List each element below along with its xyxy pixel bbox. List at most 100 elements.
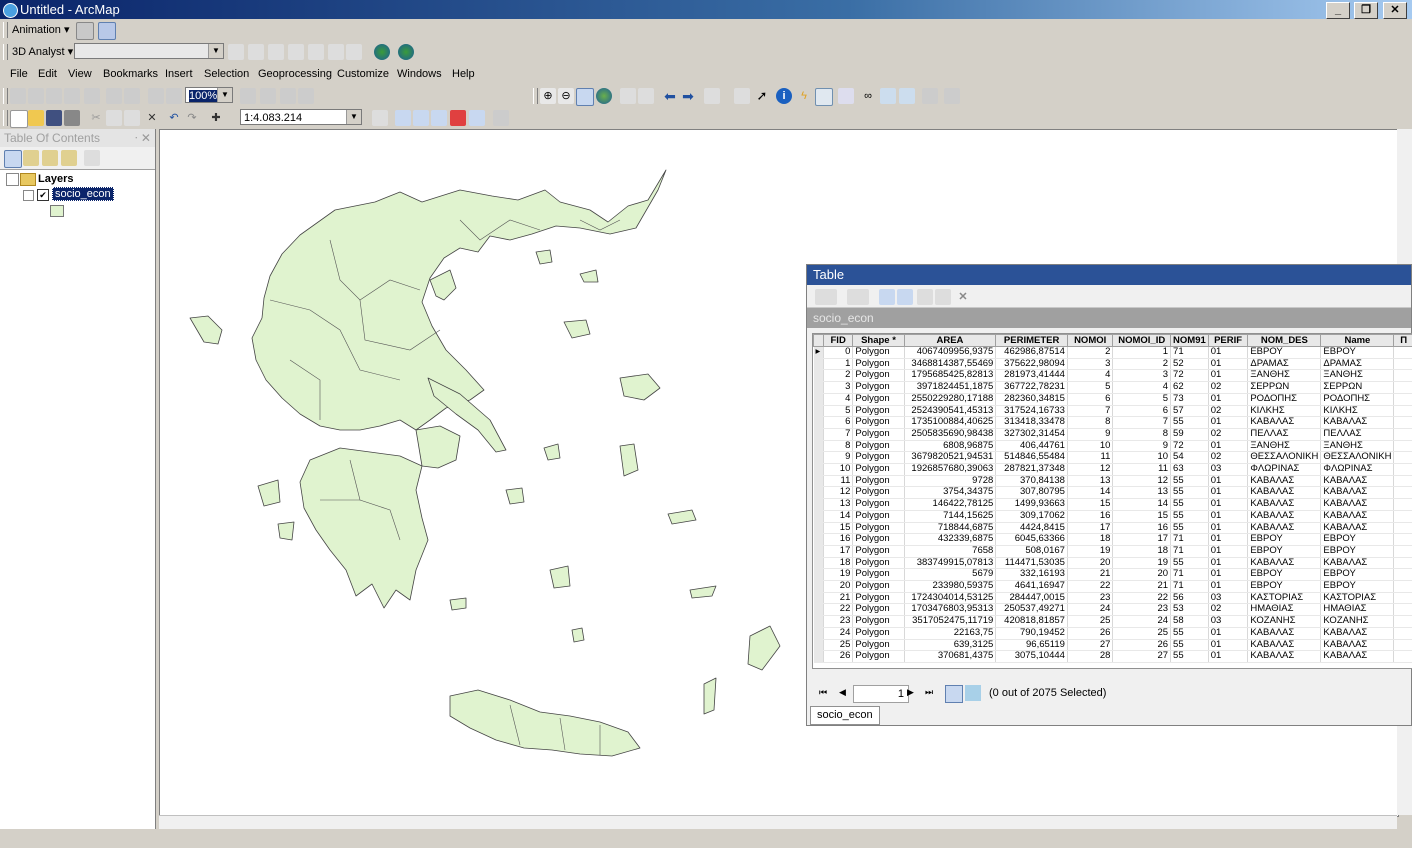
table-cell[interactable]: Polygon xyxy=(852,475,905,488)
row-selector[interactable] xyxy=(813,568,824,582)
table-cell[interactable]: ΕΒΡΟΥ xyxy=(1320,545,1395,558)
show-selected-records-icon[interactable] xyxy=(965,685,981,701)
table-cell[interactable]: 2524390541,45313 xyxy=(904,405,997,418)
table-cell[interactable]: 16 xyxy=(1112,522,1172,535)
table-cell[interactable]: 7658 xyxy=(904,545,997,558)
table-cell[interactable]: 24 xyxy=(1067,603,1114,617)
table-cell[interactable]: ΚΑΒΑΛΑΣ xyxy=(1247,627,1322,640)
table-cell[interactable]: 26 xyxy=(823,650,854,663)
menu-customize[interactable]: Customize xyxy=(337,68,389,80)
table-cell[interactable]: ΚΑΒΑΛΑΣ xyxy=(1320,486,1395,500)
measure-icon[interactable] xyxy=(838,88,854,104)
table-cell[interactable]: ΦΛΩΡΙΝΑΣ xyxy=(1320,463,1395,476)
table-cell[interactable]: 5 xyxy=(1067,381,1114,394)
menu-help[interactable]: Help xyxy=(452,68,475,80)
row-selector[interactable] xyxy=(813,463,824,476)
table-cell[interactable]: Polygon xyxy=(852,451,905,465)
column-header[interactable]: NOMOI_ID xyxy=(1112,334,1172,347)
table-cell[interactable]: Polygon xyxy=(852,463,905,476)
table-cell[interactable]: 5 xyxy=(823,405,854,418)
table-cell[interactable]: 370681,4375 xyxy=(904,650,997,663)
table-cell[interactable]: 370,84138 xyxy=(995,475,1068,488)
toolbar-grip[interactable] xyxy=(3,110,8,126)
table-cell[interactable]: 3468814387,55469 xyxy=(904,358,997,371)
table-cell[interactable] xyxy=(1393,381,1412,394)
table-cell[interactable]: 01 xyxy=(1208,475,1249,488)
table-cell[interactable] xyxy=(1393,451,1412,465)
table-cell[interactable]: Polygon xyxy=(852,545,905,558)
table-cell[interactable]: 3679820521,94531 xyxy=(904,451,997,465)
zoom-to-selected-icon[interactable] xyxy=(935,289,951,305)
go-back-icon[interactable]: ⬅ xyxy=(662,88,678,104)
zoom-out-layout-icon[interactable] xyxy=(28,88,44,104)
editor-toolbar-icon[interactable] xyxy=(372,110,388,126)
change-layout-icon[interactable] xyxy=(280,88,296,104)
pan-layout-icon[interactable] xyxy=(46,88,62,104)
table-cell[interactable]: 639,3125 xyxy=(904,639,997,652)
expand-layers-toggle[interactable] xyxy=(6,173,19,186)
table-cell[interactable]: 13 xyxy=(823,498,854,511)
layer-visibility-checkbox[interactable]: ✔ xyxy=(37,189,49,201)
column-header[interactable]: FID xyxy=(822,334,854,347)
table-cell[interactable]: 23 xyxy=(1112,603,1172,617)
table-cell[interactable]: 6 xyxy=(1112,405,1172,418)
table-cell[interactable]: 514846,55484 xyxy=(995,451,1068,465)
table-cell[interactable]: 462986,87514 xyxy=(995,346,1068,359)
table-cell[interactable]: 55 xyxy=(1170,557,1209,570)
table-cell[interactable]: 55 xyxy=(1170,498,1209,511)
table-row[interactable]: 22 Polygon 1703476803,95313 250537,49271 24 2… xyxy=(813,603,1412,617)
table-cell[interactable]: 508,0167 xyxy=(995,545,1068,558)
clear-table-selection-icon[interactable] xyxy=(917,289,933,305)
row-selector[interactable]: ▸ xyxy=(813,346,824,359)
table-cell[interactable]: 9728 xyxy=(904,475,997,488)
table-cell[interactable]: 4 xyxy=(823,393,854,406)
table-cell[interactable]: 55 xyxy=(1170,650,1209,663)
table-cell[interactable]: 55 xyxy=(1170,639,1209,652)
table-cell[interactable]: 7 xyxy=(1067,405,1114,418)
table-cell[interactable]: 367722,78231 xyxy=(995,381,1068,394)
table-cell[interactable]: 307,80795 xyxy=(995,486,1068,500)
toggle-draft-icon[interactable] xyxy=(240,88,256,104)
table-cell[interactable]: 375622,98094 xyxy=(995,358,1068,371)
show-all-records-icon[interactable] xyxy=(945,685,963,703)
table-cell[interactable]: ΕΒΡΟΥ xyxy=(1247,346,1322,359)
table-cell[interactable]: ΡΟΔΟΠΗΣ xyxy=(1247,393,1322,406)
table-cell[interactable] xyxy=(1393,463,1412,476)
row-selector[interactable] xyxy=(813,358,824,371)
list-by-drawing-order-icon[interactable] xyxy=(4,150,22,168)
table-tab-socio-econ[interactable]: socio_econ xyxy=(810,706,880,725)
table-row[interactable]: 24 Polygon 22163,75 790,19452 26 25 55 01 ΚΑΒΑΛΑ… xyxy=(813,627,1412,640)
table-cell[interactable]: 13 xyxy=(1112,486,1172,500)
table-cell[interactable]: Polygon xyxy=(852,557,905,570)
clear-selection-icon[interactable] xyxy=(734,88,750,104)
table-row[interactable]: 10 Polygon 1926857680,39063 287821,37348 12 1… xyxy=(813,463,1412,476)
list-by-source-icon[interactable] xyxy=(23,150,39,166)
column-header[interactable]: PERIMETER xyxy=(995,334,1068,347)
table-cell[interactable]: 406,44761 xyxy=(995,440,1068,453)
table-row[interactable]: 21 Polygon 1724304014,53125 284447,0015 23 22… xyxy=(813,592,1412,605)
table-cell[interactable]: 02 xyxy=(1208,451,1249,465)
table-cell[interactable]: 01 xyxy=(1208,568,1249,582)
table-cell[interactable]: 55 xyxy=(1170,522,1209,535)
table-cell[interactable]: ΞΑΝΘΗΣ xyxy=(1320,440,1395,453)
table-cell[interactable]: 63 xyxy=(1170,463,1209,476)
table-cell[interactable]: ΕΒΡΟΥ xyxy=(1320,568,1395,582)
delete-selected-icon[interactable]: ✕ xyxy=(955,289,971,305)
table-cell[interactable]: 53 xyxy=(1170,603,1209,617)
table-cell[interactable]: 10 xyxy=(823,463,854,476)
maximize-button[interactable]: ❐ xyxy=(1354,2,1378,19)
table-of-contents-icon[interactable] xyxy=(395,110,411,126)
table-cell[interactable]: ΚΙΛΚΗΣ xyxy=(1320,405,1395,418)
table-cell[interactable] xyxy=(1393,533,1412,546)
table-cell[interactable]: ΚΑΒΑΛΑΣ xyxy=(1247,557,1322,570)
row-selector[interactable] xyxy=(813,369,824,383)
table-cell[interactable]: 03 xyxy=(1208,463,1249,476)
table-cell[interactable]: 11 xyxy=(823,475,854,488)
table-cell[interactable]: 5 xyxy=(1112,393,1172,406)
table-cell[interactable]: 26 xyxy=(1112,639,1172,652)
row-selector[interactable] xyxy=(813,603,824,617)
table-cell[interactable]: 71 xyxy=(1170,533,1209,546)
table-cell[interactable]: 56 xyxy=(1170,592,1209,605)
full-extent-globe-icon[interactable] xyxy=(596,88,612,104)
data-driven-pages-icon[interactable] xyxy=(298,88,314,104)
